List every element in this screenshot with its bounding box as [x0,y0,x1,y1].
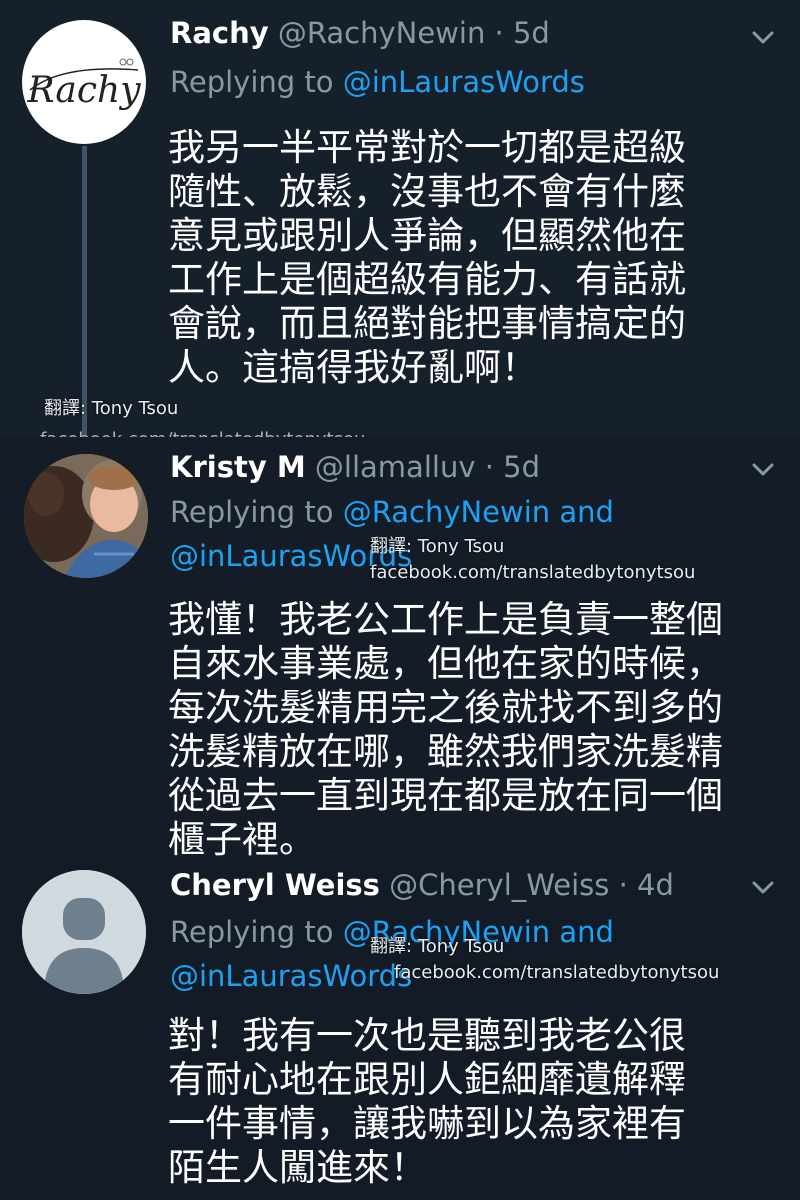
tweet-text-line: 從過去一直到現在都是放在同一個 [168,774,723,817]
tweet-text-line: 會說，而且絕對能把事情搞定的 [168,302,686,345]
tweet-text-line: 人。這搞得我好亂啊！ [168,346,538,389]
tweet-text-line: 我懂！我老公工作上是負責一整個 [168,598,723,641]
handle[interactable]: @RachyNewin [278,16,485,50]
tweet-text-line: 自來水事業處，但他在家的時候， [168,642,723,685]
tweet-text-line: 洗髮精放在哪，雖然我們家洗髮精 [168,730,723,773]
watermark-link: facebook.com/translatedbytonytsou [394,962,720,983]
tweet-kristy[interactable]: Kristy M @llamalluv · 5d Replying to @Ra… [0,438,800,856]
tweet-header: Cheryl Weiss @Cheryl_Weiss · 4d [170,868,674,902]
tweet-text-line: 工作上是個超級有能力、有話就 [168,258,686,301]
replying-label: Replying to [170,495,334,529]
mention-link[interactable]: @RachyNewin and [343,495,614,529]
avatar-rachy[interactable]: Rachy [22,20,146,144]
watermark-link: facebook.com/translatedbytonytsou [370,562,696,583]
avatar-kristy[interactable] [24,454,148,578]
chevron-down-icon[interactable] [751,880,775,896]
display-name[interactable]: Rachy [170,16,269,50]
watermark-translator: 翻譯: Tony Tsou [370,936,505,957]
tweet-text: 對！我有一次也是聽到我老公很 有耐心地在跟別人鉅細靡遺解釋 一件事情，讓我嚇到以… [168,1014,686,1190]
handle[interactable]: @llamalluv [315,450,476,484]
replying-label: Replying to [170,915,334,949]
tweet-text: 我懂！我老公工作上是負責一整個 自來水事業處，但他在家的時候， 每次洗髮精用完之… [168,598,723,856]
timestamp[interactable]: 4d [637,868,674,902]
tweet-text: 我另一半平常對於一切都是超級 隨性、放鬆，沒事也不會有什麼 意見或跟別人爭論，但… [168,126,686,390]
tweet-header: Rachy @RachyNewin · 5d [170,16,550,50]
separator: · [618,868,628,902]
watermark-translator: 翻譯: Tony Tsou [370,536,505,557]
separator: · [484,450,494,484]
tweet-rachy[interactable]: Rachy Rachy @RachyNewin · 5d Replying to… [0,0,800,438]
tweet-text-line: 意見或跟別人爭論，但顯然他在 [168,214,686,257]
tweet-header: Kristy M @llamalluv · 5d [170,450,540,484]
tweet-text-line: 每次洗髮精用完之後就找不到多的 [168,686,723,729]
display-name[interactable]: Kristy M [170,450,306,484]
tweet-text-line: 陌生人闖進來！ [168,1146,427,1189]
tweet-text-line: 我另一半平常對於一切都是超級 [168,126,686,169]
display-name[interactable]: Cheryl Weiss [170,868,380,902]
chevron-down-icon[interactable] [751,30,775,46]
tweet-text-line: 一件事情，讓我嚇到以為家裡有 [168,1102,686,1145]
default-avatar-icon [22,870,146,994]
tweet-cheryl[interactable]: Cheryl Weiss @Cheryl_Weiss · 4d Replying… [0,856,800,1200]
svg-text:Rachy: Rachy [26,70,141,111]
timestamp[interactable]: 5d [503,450,540,484]
watermark-link-cut: facebook.com/translatedbytonytsou [40,425,680,437]
tweet-text-line: 有耐心地在跟別人鉅細靡遺解釋 [168,1058,686,1101]
replying-to: Replying to @inLaurasWords [170,60,585,104]
tweet-text-line: 對！我有一次也是聽到我老公很 [168,1014,686,1057]
profile-photo [24,454,148,578]
watermark-translator: 翻譯: Tony Tsou [44,398,179,419]
handle[interactable]: @Cheryl_Weiss [389,868,609,902]
tweet-text-line: 櫃子裡。 [168,818,316,856]
mention-link[interactable]: @inLaurasWords [343,65,585,99]
rachy-logo-icon: Rachy [26,58,141,111]
tweet-text-line: 隨性、放鬆，沒事也不會有什麼 [168,170,686,213]
avatar-cheryl[interactable] [22,870,146,994]
separator: · [494,16,504,50]
thread-line [82,146,87,436]
replying-label: Replying to [170,65,334,99]
timestamp[interactable]: 5d [513,16,550,50]
chevron-down-icon[interactable] [751,462,775,478]
